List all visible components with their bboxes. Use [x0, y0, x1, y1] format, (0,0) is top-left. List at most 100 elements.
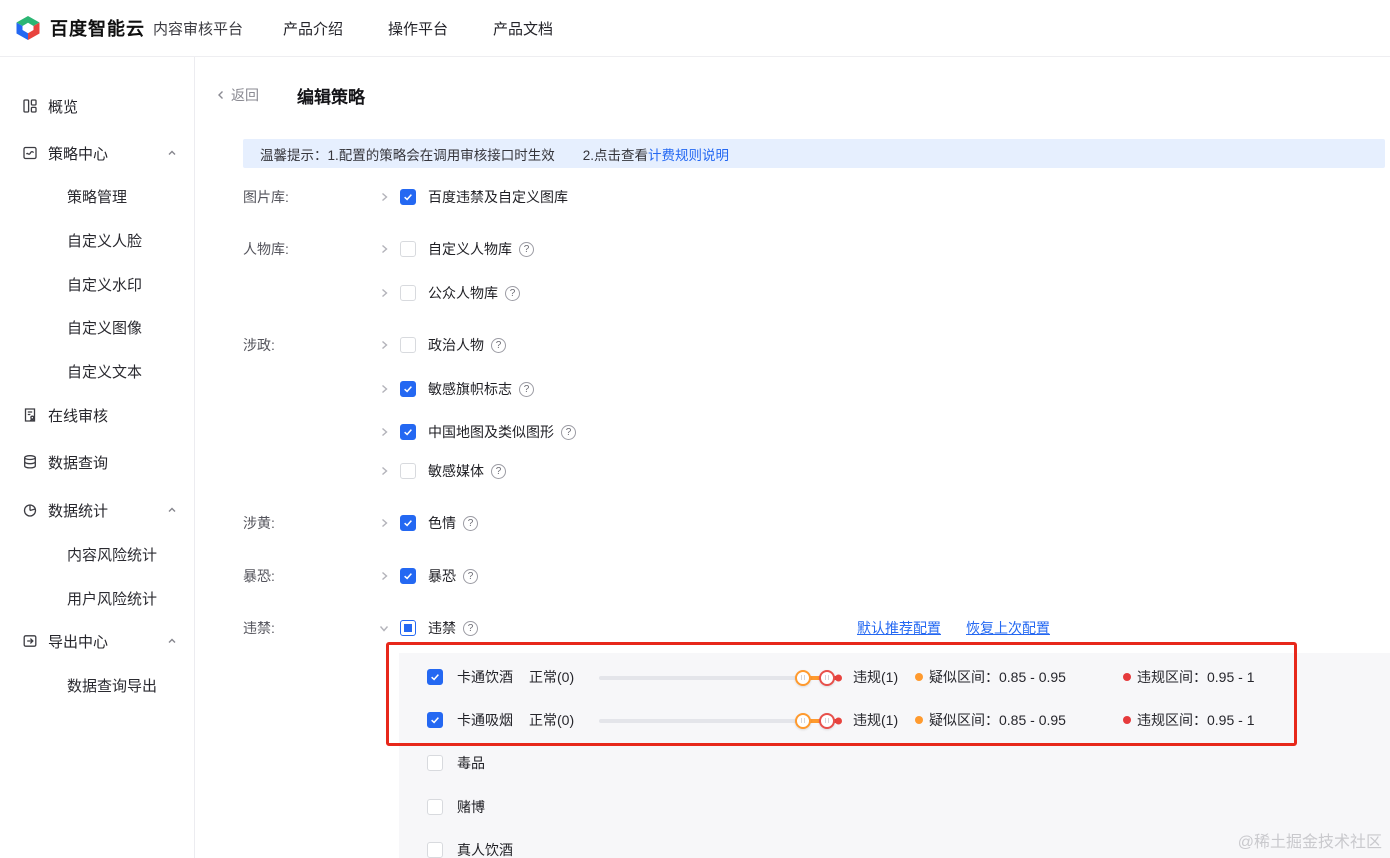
sidebar-item-data-query[interactable]: 数据查询: [0, 449, 194, 475]
checkbox-banned[interactable]: [400, 620, 416, 636]
help-icon[interactable]: ?: [519, 381, 534, 397]
sidebar-item-data-stats[interactable]: 数据统计: [0, 497, 194, 523]
checkbox-gambling[interactable]: [427, 799, 443, 815]
notice-text-2: 2.点击查看: [582, 147, 649, 163]
sidebar-item-label: 导出中心: [48, 633, 109, 651]
violation-handle[interactable]: [819, 712, 835, 729]
nav-operation-platform[interactable]: 操作平台: [388, 18, 448, 39]
billing-rules-link[interactable]: 计费规则说明: [648, 144, 729, 164]
form-row: 暴恐 ?: [378, 563, 478, 589]
checkbox-sensitive-media[interactable]: [400, 463, 416, 479]
review-icon: [24, 408, 36, 422]
checkbox-real-drinking[interactable]: [427, 842, 443, 858]
chevron-right-icon[interactable]: [378, 465, 390, 477]
help-icon[interactable]: ?: [505, 285, 520, 301]
form-row: 色情 ?: [378, 510, 478, 536]
violation-handle[interactable]: [819, 669, 835, 686]
sidebar-item-content-risk-stats[interactable]: 内容风险统计: [67, 541, 157, 567]
form-row-drugs: 毒品: [427, 750, 485, 776]
checkbox-cartoon-drinking[interactable]: [427, 669, 443, 685]
form-row-gambling: 赌博: [427, 794, 485, 820]
checkbox-cartoon-smoking[interactable]: [427, 712, 443, 728]
config-links: 默认推荐配置 恢复上次配置: [857, 615, 1075, 641]
sidebar: 概览 策略中心 策略管理 自定义人脸 自定义水印 自定义图像 自定义文本 在线审…: [0, 57, 195, 858]
sidebar-item-strategy-management[interactable]: 策略管理: [67, 183, 127, 209]
sidebar-subitem-label: 数据查询导出: [67, 677, 158, 695]
chevron-right-icon[interactable]: [378, 191, 390, 203]
chevron-right-icon[interactable]: [378, 287, 390, 299]
help-icon[interactable]: ?: [561, 424, 576, 440]
default-config-link[interactable]: 默认推荐配置: [857, 618, 941, 638]
row-label: 毒品: [457, 755, 485, 771]
strategy-icon: [23, 146, 37, 160]
violation-dot-icon: [1123, 673, 1131, 681]
top-header: 百度智能云 内容审核平台 产品介绍 操作平台 产品文档: [0, 0, 1390, 57]
help-icon[interactable]: ?: [491, 337, 506, 353]
checkbox-porn[interactable]: [400, 515, 416, 531]
form-row: 敏感媒体 ?: [378, 458, 506, 484]
sidebar-item-data-query-export[interactable]: 数据查询导出: [67, 672, 157, 698]
section-label-person-library: 人物库:: [243, 241, 289, 257]
sidebar-item-user-risk-stats[interactable]: 用户风险统计: [67, 585, 157, 611]
chevron-up-icon[interactable]: [166, 635, 178, 647]
help-icon[interactable]: ?: [463, 568, 478, 584]
form-row: 敏感旗帜标志 ?: [378, 376, 534, 402]
chevron-right-icon[interactable]: [378, 339, 390, 351]
back-button[interactable]: 返回: [215, 85, 259, 105]
chevron-right-icon[interactable]: [378, 570, 390, 582]
sidebar-item-strategy-center[interactable]: 策略中心: [0, 140, 194, 166]
chevron-right-icon[interactable]: [378, 426, 390, 438]
checkbox-political-figures[interactable]: [400, 337, 416, 353]
sidebar-subitem-label: 策略管理: [67, 188, 128, 206]
sidebar-item-custom-image[interactable]: 自定义图像: [67, 314, 142, 340]
chevron-down-icon[interactable]: [378, 622, 390, 634]
slider-row-cartoon-drinking: 卡通饮酒 正常(0) 违规(1) 疑似区间：0.85 - 0.95 违规区间：0…: [427, 664, 1254, 690]
slider-end-dot: [835, 717, 842, 724]
row-label: 政治人物: [428, 337, 484, 353]
section-label-politics: 涉政:: [243, 337, 275, 353]
chevron-left-icon: [218, 91, 223, 99]
slider-label: 卡通饮酒: [457, 669, 513, 685]
help-icon[interactable]: ?: [463, 515, 478, 531]
checkbox-terror[interactable]: [400, 568, 416, 584]
chevron-right-icon[interactable]: [378, 383, 390, 395]
checkbox-sensitive-flags[interactable]: [400, 381, 416, 397]
section-label-terror: 暴恐:: [243, 568, 275, 584]
sidebar-item-custom-watermark[interactable]: 自定义水印: [67, 271, 142, 297]
chevron-up-icon[interactable]: [166, 504, 178, 516]
slider-min-label: 正常(0): [529, 669, 575, 685]
chevron-right-icon[interactable]: [378, 243, 390, 255]
threshold-slider[interactable]: [599, 712, 842, 729]
help-icon[interactable]: ?: [463, 620, 478, 636]
checkbox-public-person-library[interactable]: [400, 285, 416, 301]
row-label: 敏感旗帜标志: [428, 381, 512, 397]
form-row: 中国地图及类似图形 ?: [378, 419, 576, 445]
baidu-cloud-logo[interactable]: [14, 14, 42, 42]
sidebar-item-custom-text[interactable]: 自定义文本: [67, 358, 142, 384]
checkbox-custom-person-library[interactable]: [400, 241, 416, 257]
row-label: 赌博: [457, 799, 485, 815]
nav-product-docs[interactable]: 产品文档: [493, 18, 553, 39]
help-icon[interactable]: ?: [491, 463, 506, 479]
sidebar-item-online-review[interactable]: 在线审核: [0, 402, 194, 428]
query-icon: [24, 455, 36, 469]
row-label: 色情: [428, 515, 456, 531]
sidebar-item-overview[interactable]: 概览: [0, 93, 194, 119]
threshold-slider[interactable]: [599, 669, 842, 686]
checkbox-china-map[interactable]: [400, 424, 416, 440]
sidebar-subitem-label: 自定义文本: [67, 363, 143, 381]
checkbox-drugs[interactable]: [427, 755, 443, 771]
suspect-range: 疑似区间：0.85 - 0.95: [915, 710, 1109, 730]
sidebar-item-export-center[interactable]: 导出中心: [0, 628, 194, 654]
nav-product-intro[interactable]: 产品介绍: [283, 18, 343, 39]
sidebar-item-custom-face[interactable]: 自定义人脸: [67, 227, 142, 253]
sidebar-subitem-label: 用户风险统计: [67, 590, 158, 608]
help-icon[interactable]: ?: [519, 241, 534, 257]
suspect-handle[interactable]: [795, 712, 811, 729]
checkbox-baidu-banned-library[interactable]: [400, 189, 416, 205]
chevron-up-icon[interactable]: [166, 147, 178, 159]
chevron-right-icon[interactable]: [378, 517, 390, 529]
sidebar-subitem-label: 自定义图像: [67, 319, 143, 337]
restore-last-config-link[interactable]: 恢复上次配置: [966, 618, 1050, 638]
suspect-handle[interactable]: [795, 669, 811, 686]
